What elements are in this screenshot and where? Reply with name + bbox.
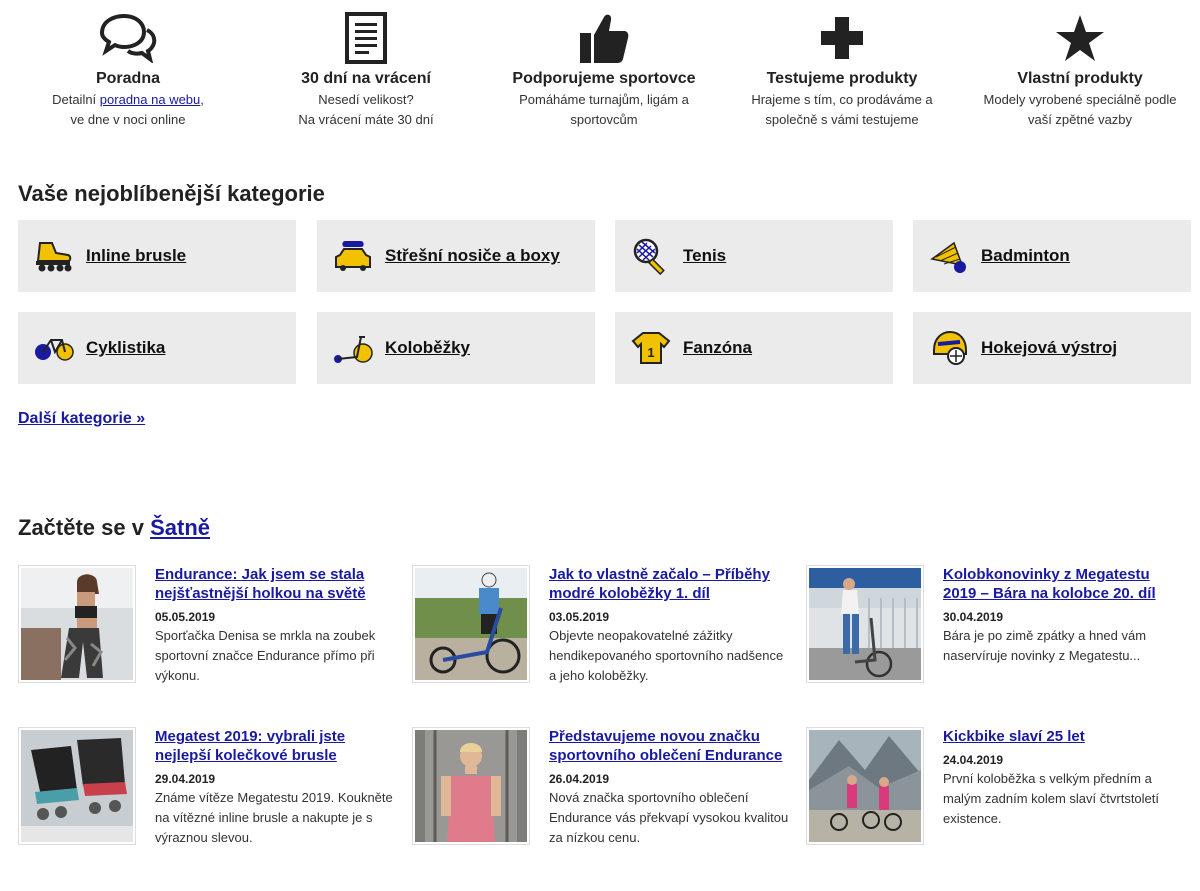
shuttlecock-icon [929,236,969,276]
feature-title: Podporujeme sportovce [512,70,696,87]
feature-own-products: Vlastní produkty Modely vyrobené speciál… [960,10,1200,130]
category-fanzona[interactable]: 1 Fanzóna [615,312,893,384]
inline-skate-icon [34,236,74,276]
feature-desc-text: Pomáháme turnajům, ligám a [519,92,689,107]
article-body: Kolobkonovinky z Megatestu 2019 – Bára n… [943,565,1183,666]
feature-desc: Pomáháme turnajům, ligám a sportovcům [484,90,724,130]
feature-poradna: Poradna Detailní poradna na webu, ve dne … [8,10,248,130]
category-inline-brusle[interactable]: Inline brusle [18,220,296,292]
feature-title: Vlastní produkty [1017,70,1143,87]
article-text: Sporťačka Denisa se mrkla na zoubek spor… [155,628,376,683]
feature-desc-line2: vaší zpětné vazby [1027,112,1133,127]
article-date: 03.05.2019 [549,610,610,624]
article-date: 05.05.2019 [155,610,216,624]
feature-title: 30 dní na vrácení [301,70,431,87]
article-body: Megatest 2019: vybrali jste nejlepší kol… [155,727,395,848]
feature-desc: Hrajeme s tím, co prodáváme a společně s … [722,90,962,130]
read-heading: Začtěte se v Šatně [18,515,210,541]
category-label: Hokejová výstroj [981,338,1118,357]
article-text: Objevte neopakovatelné zážitky hendikepo… [549,628,784,683]
article-text: První koloběžka s velkým předním a malým… [943,771,1159,826]
category-label: Cyklistika [86,338,166,357]
article-body: Endurance: Jak jsem se stala nejšťastněj… [155,565,395,686]
roof-box-car-icon [333,236,373,276]
category-badminton[interactable]: Badminton [913,220,1191,292]
article-text: Nová značka sportovního oblečení Enduran… [549,790,789,845]
category-label: Koloběžky [385,338,471,357]
article-date: 29.04.2019 [155,772,216,786]
svg-text:1: 1 [647,345,654,360]
article-text: Bára je po zimě zpátky a hned vám naserv… [943,628,1147,663]
category-label: Střešní nosiče a boxy [385,246,560,265]
read-heading-text: Začtěte se v [18,515,151,540]
article-date: 26.04.2019 [549,772,610,786]
article-thumbnail[interactable] [412,565,530,683]
feature-desc-text: Modely vyrobené speciálně podle [983,92,1177,107]
feature-title: Testujeme produkty [766,70,918,87]
category-label: Inline brusle [86,246,187,265]
thumbs-up-icon [484,10,724,66]
hockey-helmet-icon [929,328,969,368]
article-body: Jak to vlastně začalo – Příběhy modré ko… [549,565,789,686]
category-label: Tenis [683,246,727,265]
categories-heading: Vaše nejoblíbenější kategorie [18,181,325,206]
document-icon [246,10,486,66]
feature-title: Poradna [95,70,160,87]
category-stresni-nosice[interactable]: Střešní nosiče a boxy [317,220,595,292]
article-thumbnail[interactable] [18,565,136,683]
feature-desc-line2: Na vrácení máte 30 dní [298,112,434,127]
jersey-icon: 1 [631,328,671,368]
more-categories-link[interactable]: Další kategorie » [18,410,145,428]
category-label: Fanzóna [683,338,752,357]
poradna-link[interactable]: poradna na webu [100,92,200,107]
article-body: Kickbike slaví 25 let 24.04.2019 První k… [943,727,1183,829]
article-date: 30.04.2019 [943,610,1004,624]
category-kolobezky[interactable]: Koloběžky [317,312,595,384]
satna-link[interactable]: Šatně [150,515,210,540]
article-date: 24.04.2019 [943,753,1004,767]
feature-desc: Nesedí velikost? Na vrácení máte 30 dní [246,90,486,130]
plus-icon [722,10,962,66]
bicycle-icon [34,328,74,368]
scooter-icon [333,328,373,368]
star-icon [960,10,1200,66]
article-thumbnail[interactable] [412,727,530,845]
article-title[interactable]: Představujeme novou značku sportovního o… [549,728,782,764]
article-thumbnail[interactable] [18,727,136,845]
features-bar: Poradna Detailní poradna na webu, ve dne … [0,0,1200,140]
category-cyklistika[interactable]: Cyklistika [18,312,296,384]
article-thumbnail[interactable] [806,565,924,683]
feature-support: Podporujeme sportovce Pomáháme turnajům,… [484,10,724,130]
feature-desc-line2: sportovcům [570,112,638,127]
article-title[interactable]: Kickbike slaví 25 let [943,728,1085,745]
speech-bubbles-icon [8,10,248,66]
feature-returns: 30 dní na vrácení Nesedí velikost? Na vrá… [246,10,486,130]
article-title[interactable]: Endurance: Jak jsem se stala nejšťastněj… [155,566,366,602]
feature-desc-text: Hrajeme s tím, co prodáváme a [751,92,933,107]
feature-testing: Testujeme produkty Hrajeme s tím, co pro… [722,10,962,130]
article-body: Představujeme novou značku sportovního o… [549,727,789,848]
feature-desc-line2: společně s vámi testujeme [765,112,919,127]
feature-desc-text: Detailní [52,92,100,107]
article-title[interactable]: Megatest 2019: vybrali jste nejlepší kol… [155,728,345,764]
article-title[interactable]: Kolobkonovinky z Megatestu 2019 – Bára n… [943,566,1156,602]
category-tenis[interactable]: Tenis [615,220,893,292]
feature-desc: Detailní poradna na webu, ve dne v noci o… [8,90,248,130]
article-thumbnail[interactable] [806,727,924,845]
article-title[interactable]: Jak to vlastně začalo – Příběhy modré ko… [549,566,770,602]
feature-desc: Modely vyrobené speciálně podle vaší zpět… [960,90,1200,130]
feature-desc-text: Nesedí velikost? [318,92,414,107]
feature-desc-text: , [200,92,204,107]
category-hokej[interactable]: Hokejová výstroj [913,312,1191,384]
article-text: Známe vítěze Megatestu 2019. Koukněte na… [155,790,393,845]
category-label: Badminton [981,246,1070,265]
feature-desc-line2: ve dne v noci online [70,112,186,127]
tennis-racket-icon [631,236,671,276]
